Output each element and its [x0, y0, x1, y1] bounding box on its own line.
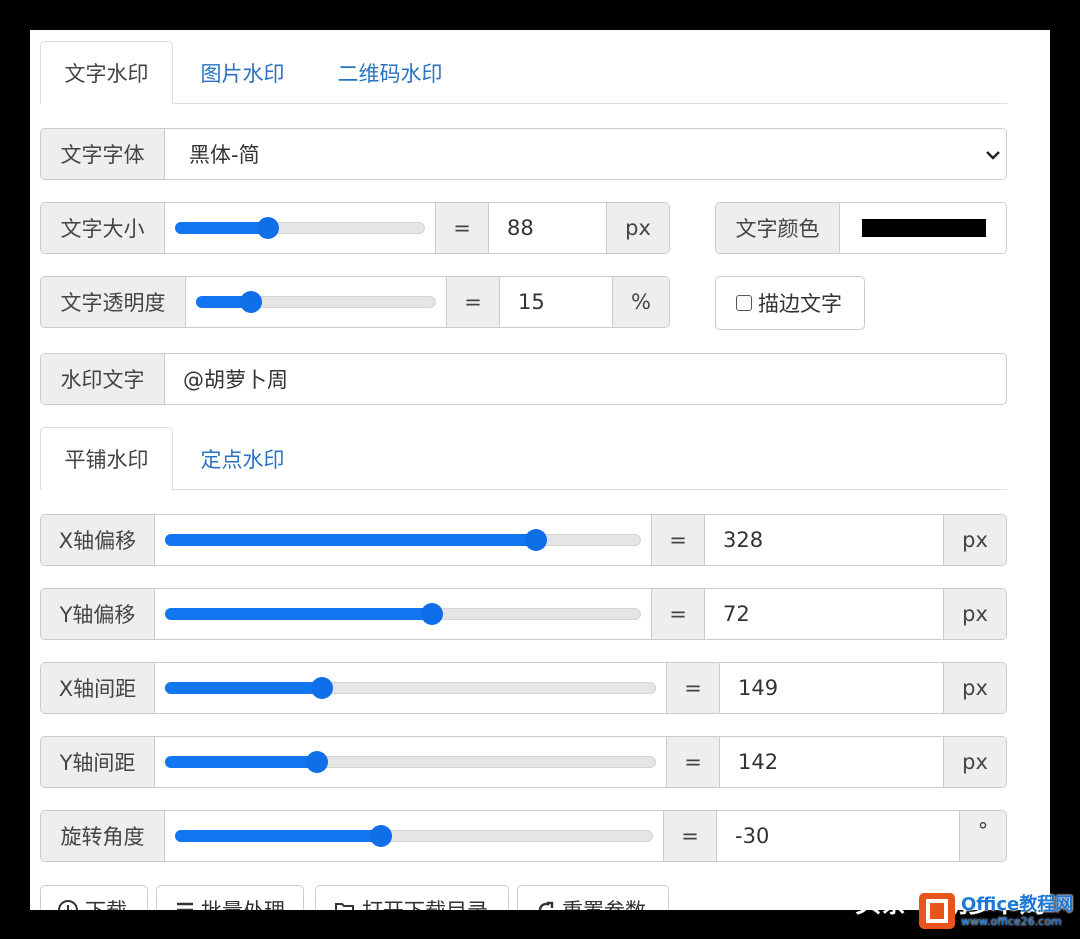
x-spacing-slider[interactable]: [155, 663, 666, 713]
tab-qrcode-watermark[interactable]: 二维码水印: [320, 41, 460, 104]
x-spacing-input[interactable]: 149: [720, 663, 943, 713]
y-spacing-slider[interactable]: [155, 737, 666, 787]
slider-thumb[interactable]: [420, 603, 443, 625]
checkbox-icon[interactable]: [736, 295, 752, 311]
color-swatch: [862, 219, 986, 237]
tab-text-watermark[interactable]: 文字水印: [40, 41, 173, 104]
office-logo-text: Office教程网: [961, 894, 1074, 915]
rotation-group: 旋转角度 = -30 °: [40, 810, 1007, 862]
y-offset-label: Y轴偏移: [41, 589, 155, 639]
text-color-picker[interactable]: [840, 203, 1006, 253]
slider-fill: [165, 756, 318, 768]
download-icon: [58, 900, 78, 910]
tab-image-watermark[interactable]: 图片水印: [180, 41, 305, 104]
folder-open-icon: [335, 903, 354, 910]
office-logo-url: www.office26.com: [961, 915, 1062, 928]
equals-sign: =: [666, 737, 720, 787]
font-select-group: 文字字体 黑体-简: [40, 128, 1007, 180]
font-size-input[interactable]: 88: [489, 203, 606, 253]
opacity-label: 文字透明度: [41, 277, 186, 327]
equals-sign: =: [651, 589, 705, 639]
opacity-group: 文字透明度 = 15 %: [40, 276, 670, 328]
unit-label: px: [943, 663, 1006, 713]
tabs-divider: [40, 489, 1007, 490]
equals-sign: =: [435, 203, 489, 253]
equals-sign: =: [446, 277, 500, 327]
tabs-divider: [40, 103, 1007, 104]
y-offset-slider[interactable]: [155, 589, 651, 639]
y-spacing-input[interactable]: 142: [720, 737, 943, 787]
font-label: 文字字体: [41, 129, 165, 179]
stroke-text-checkbox[interactable]: 描边文字: [715, 276, 865, 330]
x-offset-label: X轴偏移: [41, 515, 155, 565]
font-size-group: 文字大小 = 88 px: [40, 202, 670, 254]
batch-button[interactable]: 批量处理: [156, 885, 304, 910]
slider-thumb[interactable]: [311, 677, 334, 699]
chevron-down-icon: [986, 145, 1000, 164]
unit-label: %: [612, 277, 669, 327]
unit-label: °: [959, 811, 1006, 861]
font-size-label: 文字大小: [41, 203, 165, 253]
rotation-input[interactable]: -30: [717, 811, 959, 861]
watermark-text-label: 水印文字: [41, 354, 165, 404]
open-folder-button[interactable]: 打开下载目录: [315, 885, 509, 910]
slider-fill: [175, 222, 268, 234]
equals-sign: =: [651, 515, 705, 565]
download-button[interactable]: 下载: [40, 885, 148, 910]
refresh-icon: [538, 901, 554, 910]
unit-label: px: [943, 737, 1006, 787]
equals-sign: =: [663, 811, 717, 861]
slider-thumb[interactable]: [256, 217, 279, 239]
rotation-label: 旋转角度: [41, 811, 165, 861]
office-logo: Office教程网 www.office26.com: [915, 886, 1075, 936]
x-offset-group: X轴偏移 = 328 px: [40, 514, 1007, 566]
list-icon: [177, 902, 193, 910]
y-offset-input[interactable]: 72: [705, 589, 943, 639]
slider-thumb[interactable]: [525, 529, 548, 551]
x-offset-input[interactable]: 328: [705, 515, 943, 565]
opacity-slider[interactable]: [186, 277, 446, 327]
text-color-label: 文字颜色: [716, 203, 840, 253]
text-color-group: 文字颜色: [715, 202, 1007, 254]
watermark-panel: 文字水印 图片水印 二维码水印 文字字体 黑体-简 文字大小 = 88 px 文…: [30, 30, 1050, 910]
slider-fill: [165, 682, 323, 694]
rotation-slider[interactable]: [165, 811, 663, 861]
y-spacing-group: Y轴间距 = 142 px: [40, 736, 1007, 788]
tab-tile-watermark[interactable]: 平铺水印: [40, 427, 173, 490]
y-offset-group: Y轴偏移 = 72 px: [40, 588, 1007, 640]
opacity-input[interactable]: 15: [500, 277, 612, 327]
slider-fill: [165, 534, 537, 546]
unit-label: px: [606, 203, 669, 253]
x-spacing-label: X轴间距: [41, 663, 155, 713]
slider-fill: [165, 608, 432, 620]
x-offset-slider[interactable]: [155, 515, 651, 565]
slider-fill: [175, 830, 381, 842]
watermark-text-group: 水印文字 @胡萝卜周: [40, 353, 1007, 405]
reset-label: 重置参数: [562, 895, 646, 910]
tab-fixed-watermark[interactable]: 定点水印: [180, 427, 305, 490]
open-folder-label: 打开下载目录: [362, 895, 488, 910]
slider-thumb[interactable]: [306, 751, 329, 773]
equals-sign: =: [666, 663, 720, 713]
x-spacing-group: X轴间距 = 149 px: [40, 662, 1007, 714]
unit-label: px: [943, 515, 1006, 565]
unit-label: px: [943, 589, 1006, 639]
slider-thumb[interactable]: [369, 825, 392, 847]
batch-label: 批量处理: [201, 895, 285, 910]
font-size-slider[interactable]: [165, 203, 435, 253]
font-select[interactable]: 黑体-简: [165, 129, 1006, 179]
download-label: 下载: [85, 895, 127, 910]
office-logo-icon: [919, 893, 955, 929]
reset-button[interactable]: 重置参数: [517, 885, 669, 910]
stroke-text-label: 描边文字: [758, 292, 842, 316]
font-select-value: 黑体-简: [189, 143, 260, 167]
y-spacing-label: Y轴间距: [41, 737, 155, 787]
watermark-text-input[interactable]: @胡萝卜周: [165, 354, 1006, 404]
slider-thumb[interactable]: [240, 291, 263, 313]
